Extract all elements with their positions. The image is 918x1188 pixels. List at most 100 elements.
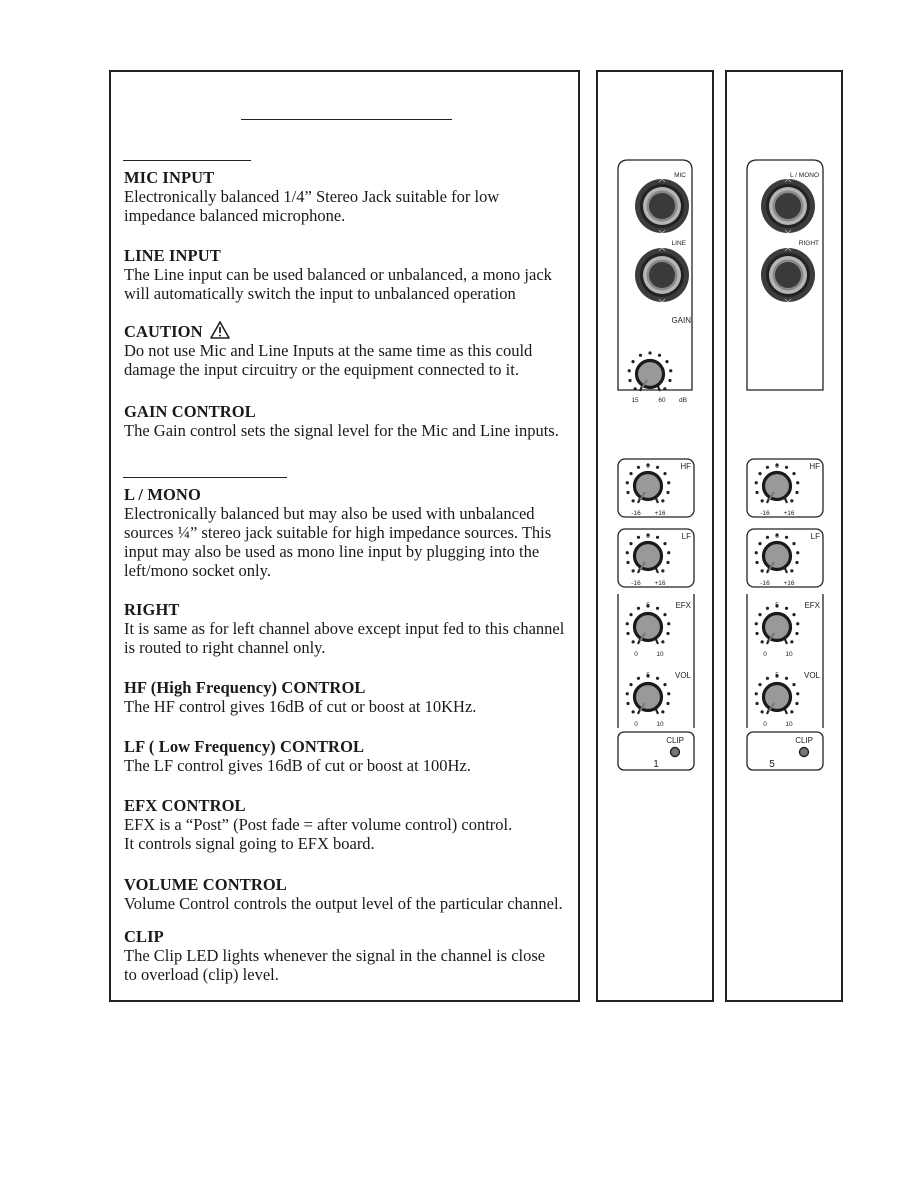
section-text: is routed to right channel only. — [124, 638, 326, 657]
section-heading: LINE INPUT — [124, 246, 221, 265]
scale-dot — [646, 533, 650, 537]
scale-dot — [631, 360, 635, 364]
scale-dot — [625, 481, 629, 485]
scale-dot — [629, 542, 633, 546]
scale-dot — [631, 569, 635, 573]
gain-max-label: 60 — [658, 397, 666, 404]
vol-knob[interactable] — [754, 674, 800, 715]
scale-dot — [765, 676, 770, 680]
knob-cap[interactable] — [761, 681, 793, 713]
efx-label: EFX — [675, 601, 691, 610]
vol-knob[interactable] — [625, 674, 671, 715]
knob-cap[interactable] — [761, 470, 793, 502]
scale-dot — [796, 622, 800, 626]
scale-dot — [666, 490, 670, 495]
knob-cap[interactable] — [632, 681, 664, 713]
gain-knob[interactable] — [627, 351, 673, 392]
section-text: The Gain control sets the signal level f… — [124, 421, 559, 440]
scale-dot — [626, 560, 630, 565]
scale-dot — [795, 560, 799, 565]
vol-label: VOL — [804, 671, 821, 680]
section-text: The Line input can be used balanced or u… — [124, 265, 552, 284]
section-text: The HF control gives 16dB of cut or boos… — [124, 697, 477, 716]
section-heading: MIC INPUT — [124, 168, 215, 187]
section-heading: CLIP — [124, 927, 164, 946]
vol-min-label: 0 — [634, 721, 638, 728]
scale-dot — [646, 674, 650, 678]
scale-dot — [667, 692, 671, 696]
scale-dot — [790, 499, 794, 503]
title-underline — [241, 119, 452, 120]
knob-cap[interactable] — [632, 470, 664, 502]
mic-jack[interactable] — [635, 178, 689, 234]
knob-cap[interactable] — [761, 611, 793, 643]
scale-dot — [663, 683, 667, 687]
scale-dot — [631, 640, 635, 644]
lf-min-label: -16 — [631, 580, 641, 587]
section-text: left/mono socket only. — [124, 561, 271, 580]
knob-cap[interactable] — [761, 540, 793, 572]
scale-dot — [668, 378, 672, 383]
scale-dot — [661, 640, 665, 644]
scale-dot — [626, 631, 630, 636]
scale-dot — [626, 701, 630, 706]
section-volume-control: VOLUME CONTROL Volume Control controls t… — [124, 875, 574, 913]
line-jack[interactable] — [635, 247, 689, 303]
scale-dot — [667, 551, 671, 555]
lf-max-label: +16 — [654, 580, 665, 587]
scale-dot — [795, 631, 799, 636]
efx-min-label: 0 — [634, 651, 638, 658]
scale-dot — [663, 472, 667, 476]
channel-number: 5 — [769, 759, 775, 770]
left-mono-jack[interactable] — [761, 178, 815, 234]
hf-min-label: -16 — [631, 510, 641, 517]
scale-dot — [665, 360, 669, 364]
scale-dot — [792, 613, 796, 617]
scale-dot — [629, 613, 633, 617]
efx-min-label: 0 — [763, 651, 767, 658]
section-text: Do not use Mic and Line Inputs at the sa… — [124, 341, 533, 360]
scale-dot — [636, 606, 641, 610]
scale-dot — [775, 463, 779, 467]
scale-dot — [775, 604, 779, 608]
section-heading: LF ( Low Frequency) CONTROL — [124, 737, 365, 756]
scale-dot — [790, 710, 794, 714]
efx-knob[interactable] — [754, 604, 800, 645]
scale-dot — [663, 613, 667, 617]
warning-triangle-icon — [210, 321, 230, 339]
scale-dot — [796, 551, 800, 555]
scale-dot — [661, 710, 665, 714]
scale-dot — [646, 604, 650, 608]
scale-dot — [755, 490, 759, 495]
efx-knob[interactable] — [625, 604, 671, 645]
section-caution: CAUTION Do not use Mic and Line Inputs a… — [124, 321, 574, 379]
scale-dot — [775, 674, 779, 678]
lf-label: LF — [682, 532, 691, 541]
section-rule-mono — [123, 160, 251, 161]
knob-cap[interactable] — [634, 358, 666, 390]
scale-dot — [755, 631, 759, 636]
scale-dot — [784, 535, 789, 539]
scale-dot — [625, 551, 629, 555]
scale-dot — [754, 481, 758, 485]
scale-dot — [666, 631, 670, 636]
description-panel: MIC INPUT Electronically balanced 1/4” S… — [109, 70, 580, 1002]
scale-dot — [760, 569, 764, 573]
section-clip: CLIP The Clip LED lights whenever the si… — [124, 927, 574, 984]
caution-heading-row: CAUTION — [124, 321, 574, 341]
scale-dot — [792, 542, 796, 546]
section-heading: HF (High Frequency) CONTROL — [124, 678, 366, 697]
scale-dot — [631, 710, 635, 714]
scale-dot — [625, 692, 629, 696]
lf-label: LF — [811, 532, 820, 541]
scale-dot — [667, 622, 671, 626]
scale-dot — [754, 692, 758, 696]
knob-cap[interactable] — [632, 611, 664, 643]
vol-max-label: 10 — [785, 721, 793, 728]
right-jack[interactable] — [761, 247, 815, 303]
section-heading: L / MONO — [124, 485, 201, 504]
mono-channel-strip: MIC LINE GAIN 15 60 dB 0 HF -16 +16 0 LF… — [596, 70, 714, 1002]
section-text: will automatically switch the input to u… — [124, 284, 516, 303]
knob-cap[interactable] — [632, 540, 664, 572]
scale-dot — [629, 472, 633, 476]
